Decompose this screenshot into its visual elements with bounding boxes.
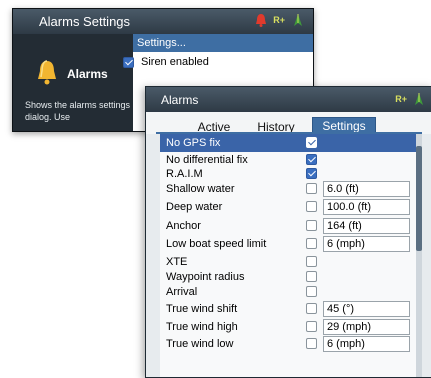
vessel-icon[interactable] bbox=[412, 92, 426, 106]
alarm-row[interactable]: True wind low 6 (mph) bbox=[160, 335, 416, 353]
alarm-row[interactable]: Deep water 100.0 (ft) bbox=[160, 198, 416, 216]
alarm-enabled-checkbox[interactable] bbox=[306, 238, 317, 249]
alarm-name: True wind high bbox=[166, 321, 238, 333]
tab-history[interactable]: History bbox=[246, 119, 306, 134]
alarm-enabled-checkbox[interactable] bbox=[306, 271, 317, 282]
alarm-enabled-checkbox[interactable] bbox=[306, 338, 317, 349]
alarms-title: Alarms bbox=[161, 93, 199, 107]
alarm-settings-list: No GPS fix No differential fix R.A.I.M Shal… bbox=[160, 134, 416, 377]
titlebar-status-icons: R+ bbox=[255, 13, 305, 27]
alarms-bell-icon bbox=[38, 60, 56, 85]
titlebar-status-icons: R+ bbox=[395, 92, 426, 106]
alarm-row[interactable]: No GPS fix bbox=[160, 134, 416, 152]
scrollbar[interactable] bbox=[416, 134, 422, 377]
siren-enabled-checkbox[interactable] bbox=[123, 57, 134, 68]
alarm-name: Low boat speed limit bbox=[166, 238, 267, 250]
alarm-threshold-field[interactable]: 29 (mph) bbox=[323, 319, 410, 335]
tab-settings[interactable]: Settings bbox=[312, 117, 376, 135]
alarm-threshold-field[interactable]: 6 (mph) bbox=[323, 236, 410, 252]
siren-enabled-item[interactable]: Siren enabled bbox=[123, 53, 313, 71]
alarm-row[interactable]: Anchor 164 (ft) bbox=[160, 217, 416, 235]
alarm-name: No GPS fix bbox=[166, 137, 221, 149]
alarm-threshold-field[interactable]: 164 (ft) bbox=[323, 218, 410, 234]
alarm-name: True wind shift bbox=[166, 303, 238, 315]
alarm-bell-icon[interactable] bbox=[255, 13, 267, 27]
settings-menu-header[interactable]: Settings... bbox=[133, 34, 313, 52]
alarm-threshold-field[interactable]: 6.0 (ft) bbox=[323, 181, 410, 197]
alarm-enabled-checkbox[interactable] bbox=[306, 201, 317, 212]
alarm-name: XTE bbox=[166, 256, 188, 268]
vessel-icon[interactable] bbox=[291, 13, 305, 27]
alarm-name: Anchor bbox=[166, 220, 201, 232]
alarm-enabled-checkbox[interactable] bbox=[306, 303, 317, 314]
alarm-name: R.A.I.M bbox=[166, 168, 203, 180]
alarms-window: Alarms R+ Active History Settings No GPS… bbox=[145, 86, 431, 378]
scrollbar-thumb[interactable] bbox=[416, 146, 422, 251]
alarm-row[interactable]: Shallow water 6.0 (ft) bbox=[160, 180, 416, 198]
alarm-name: Waypoint radius bbox=[166, 271, 245, 283]
alarm-enabled-checkbox[interactable] bbox=[306, 183, 317, 194]
alarm-enabled-checkbox[interactable] bbox=[306, 137, 317, 148]
r-plus-icon[interactable]: R+ bbox=[395, 94, 407, 104]
siren-enabled-label: Siren enabled bbox=[141, 56, 209, 68]
alarm-row[interactable]: Arrival bbox=[160, 283, 416, 301]
alarm-name: Deep water bbox=[166, 201, 223, 213]
alarm-enabled-checkbox[interactable] bbox=[306, 220, 317, 231]
alarm-name: Shallow water bbox=[166, 183, 235, 195]
alarm-enabled-checkbox[interactable] bbox=[306, 168, 317, 179]
alarms-settings-titlebar: Alarms Settings R+ bbox=[13, 9, 313, 34]
alarm-name: Arrival bbox=[166, 286, 198, 298]
alarms-settings-title: Alarms Settings bbox=[39, 14, 131, 29]
alarm-enabled-checkbox[interactable] bbox=[306, 286, 317, 297]
alarms-tabs: Active History Settings bbox=[146, 112, 431, 135]
alarm-threshold-field[interactable]: 6 (mph) bbox=[323, 336, 410, 352]
alarms-description: Shows the alarms settings dialog. Use bbox=[25, 100, 131, 122]
r-plus-icon[interactable]: R+ bbox=[273, 15, 285, 25]
alarm-row[interactable]: True wind high 29 (mph) bbox=[160, 318, 416, 336]
alarm-threshold-field[interactable]: 100.0 (ft) bbox=[323, 199, 410, 215]
alarms-label: Alarms bbox=[67, 67, 108, 81]
alarm-name: True wind low bbox=[166, 338, 234, 350]
alarms-titlebar: Alarms R+ bbox=[146, 87, 431, 112]
alarm-enabled-checkbox[interactable] bbox=[306, 256, 317, 267]
alarm-threshold-field[interactable]: 45 (°) bbox=[323, 301, 410, 317]
alarm-row[interactable]: Low boat speed limit 6 (mph) bbox=[160, 235, 416, 253]
alarm-row[interactable]: True wind shift 45 (°) bbox=[160, 300, 416, 318]
alarm-enabled-checkbox[interactable] bbox=[306, 154, 317, 165]
alarm-enabled-checkbox[interactable] bbox=[306, 321, 317, 332]
tab-active[interactable]: Active bbox=[184, 119, 244, 134]
alarms-info-pane: Alarms Shows the alarms settings dialog.… bbox=[13, 34, 133, 131]
